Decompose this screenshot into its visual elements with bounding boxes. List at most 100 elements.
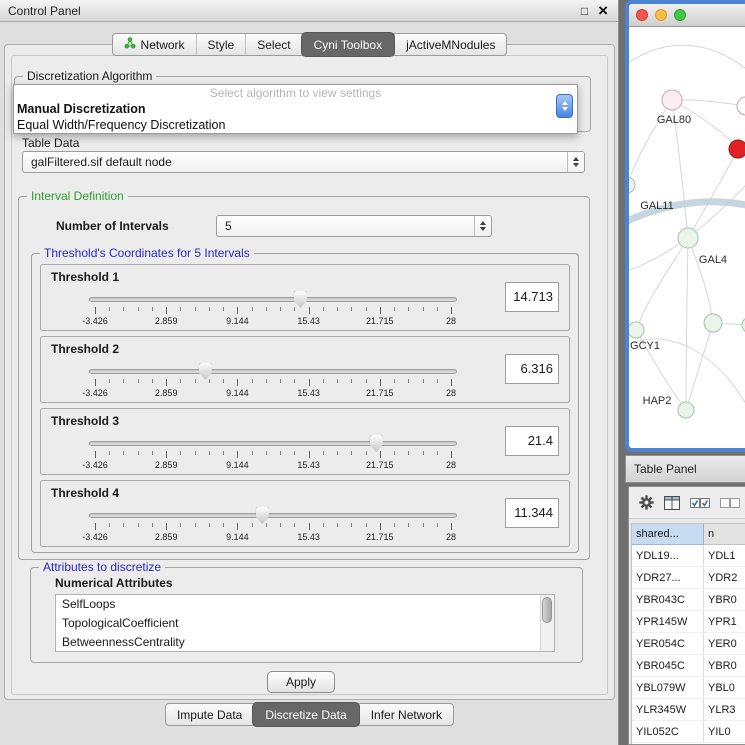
tab-label: jActiveMNodules <box>406 38 495 52</box>
screen: Control Panel □ × NetworkStyle Select Cyni… <box>0 0 745 745</box>
table-row[interactable]: YBL079WYBL0 <box>632 677 745 699</box>
list-scrollbar[interactable] <box>540 595 554 651</box>
threshold-slider[interactable]: -3.4262.8599.14415.4321.71528 <box>89 507 457 545</box>
tab-network[interactable]: Network <box>113 34 196 55</box>
float-window-icon[interactable]: □ <box>581 4 588 18</box>
threshold-value-field[interactable]: 11.344 <box>505 498 559 528</box>
gear-icon[interactable] <box>639 495 654 510</box>
network-node[interactable] <box>729 140 745 158</box>
algorithm-combo-button[interactable] <box>556 94 573 118</box>
select-none-icon[interactable] <box>720 496 740 510</box>
tab-discretize-data[interactable]: Discretize Data <box>252 702 359 727</box>
table-row[interactable]: YPR145WYPR1 <box>632 611 745 633</box>
table-row[interactable]: YDL19...YDL1 <box>632 545 745 567</box>
list-item[interactable]: TopologicalCoefficient <box>56 614 554 633</box>
list-item[interactable]: SelfLoops <box>56 595 554 614</box>
columns-icon[interactable] <box>664 496 680 510</box>
table-cell: YBR0 <box>704 589 745 610</box>
slider-handle[interactable] <box>294 291 307 308</box>
apply-button[interactable]: Apply <box>267 671 335 693</box>
table-cell: YIL052C <box>632 721 704 742</box>
slider-track <box>89 513 457 518</box>
slider-handle[interactable] <box>199 363 212 380</box>
tab-label: Select <box>257 38 290 52</box>
table-panel-titlebar: Table Panel <box>625 455 745 483</box>
network-nodes: GAL80GAL11GAL4GCY1HAP2 <box>629 90 745 418</box>
table-body: YDL19...YDL1YDR27...YDR2YBR043CYBR0YPR14… <box>632 545 745 743</box>
slider-track <box>89 297 457 302</box>
table-row[interactable]: YBR043CYBR0 <box>632 589 745 611</box>
table-row[interactable]: YLR345WYLR3 <box>632 699 745 721</box>
tab-select[interactable]: Select <box>245 34 301 55</box>
slider-handle[interactable] <box>256 507 269 524</box>
table-row[interactable]: YIL052CYIL0 <box>632 721 745 743</box>
tab-label: Infer Network <box>371 708 442 722</box>
popup-option[interactable]: Manual Discretization <box>14 101 577 117</box>
network-view-window: GAL80GAL11GAL4GCY1HAP2 <box>625 0 745 452</box>
network-window-titlebar[interactable] <box>629 4 745 27</box>
table-row[interactable]: YBR045CYBR0 <box>632 655 745 677</box>
network-svg: GAL80GAL11GAL4GCY1HAP2 <box>629 27 745 425</box>
network-node[interactable] <box>704 314 722 332</box>
table-cell: YIL0 <box>704 721 745 742</box>
threshold-slider[interactable]: -3.4262.8599.14415.4321.71528 <box>89 435 457 473</box>
top-tab-bar-row: NetworkStyle Select Cyni Toolbox jActiveMNo… <box>0 33 619 56</box>
table-row[interactable]: YDR27...YDR2 <box>632 567 745 589</box>
tab-infer-network[interactable]: Infer Network <box>359 704 453 725</box>
table-cell: YLR345W <box>632 699 704 720</box>
table-row[interactable]: YER054CYER0 <box>632 633 745 655</box>
slider-ticks <box>95 379 451 387</box>
attribute-list[interactable]: SelfLoopsTopologicalCoefficientBetweenne… <box>55 594 555 652</box>
top-tab-bar: NetworkStyle Select Cyni Toolbox jActiveMNo… <box>112 33 508 56</box>
minimize-window-button[interactable] <box>655 9 667 21</box>
tab-style[interactable]: Style <box>196 34 246 55</box>
threshold-box-2: Threshold 2-3.4262.8599.14415.4321.71528… <box>40 336 570 403</box>
table-cell: YBR045C <box>632 655 704 676</box>
tab-jactivemnodules[interactable]: jActiveMNodules <box>394 34 506 55</box>
threshold-value-field[interactable]: 14.713 <box>505 282 559 312</box>
numerical-attributes-label: Numerical Attributes <box>55 576 173 590</box>
close-icon[interactable]: × <box>598 1 608 21</box>
network-node[interactable] <box>737 97 745 115</box>
scrollbar-thumb[interactable] <box>542 597 552 623</box>
tab-impute-data[interactable]: Impute Data <box>166 704 253 725</box>
table-cell: YPR145W <box>632 611 704 632</box>
threshold-value-field[interactable]: 6.316 <box>505 354 559 384</box>
table-cell: YDL1 <box>704 545 745 566</box>
combo-stepper-icon <box>474 216 491 236</box>
close-window-button[interactable] <box>636 9 648 21</box>
threshold-value-field[interactable]: 21.4 <box>505 426 559 456</box>
slider-handle[interactable] <box>370 435 383 452</box>
network-node-label: HAP2 <box>643 395 672 407</box>
zoom-window-button[interactable] <box>674 9 686 21</box>
tab-cyni-toolbox[interactable]: Cyni Toolbox <box>301 32 395 57</box>
table-cell: YER054C <box>632 633 704 654</box>
popup-option[interactable]: Equal Width/Frequency Discretization <box>14 117 577 133</box>
network-node-label: GAL80 <box>657 114 691 126</box>
threshold-slider[interactable]: -3.4262.8599.14415.4321.71528 <box>89 363 457 401</box>
table-cell: YBL0 <box>704 677 745 698</box>
algorithm-group-title: Discretization Algorithm <box>23 69 156 83</box>
select-all-icon[interactable] <box>690 496 710 510</box>
network-node[interactable] <box>629 177 635 193</box>
combo-stepper-icon <box>567 152 584 172</box>
control-panel-titlebar: Control Panel □ × <box>0 0 618 22</box>
number-of-intervals-combo[interactable]: 5 <box>216 215 492 237</box>
control-panel: Control Panel □ × NetworkStyle Select Cyni… <box>0 0 619 745</box>
column-header[interactable]: n <box>704 524 745 545</box>
table-cell: YER0 <box>704 633 745 654</box>
network-node[interactable] <box>629 322 644 338</box>
table-data-combo[interactable]: galFiltered.sif default node <box>22 151 585 173</box>
threshold-slider[interactable]: -3.4262.8599.14415.4321.71528 <box>89 291 457 329</box>
network-canvas[interactable]: GAL80GAL11GAL4GCY1HAP2 <box>629 27 745 425</box>
table-cell: YPR1 <box>704 611 745 632</box>
list-item[interactable]: BetweennessCentrality <box>56 633 554 652</box>
network-node[interactable] <box>678 402 694 418</box>
thresholds-container: Threshold 1-3.4262.8599.14415.4321.71528… <box>40 264 570 547</box>
network-node-label: GAL4 <box>699 254 727 266</box>
network-node[interactable] <box>678 228 698 248</box>
column-header[interactable]: shared... <box>632 524 704 545</box>
network-node[interactable] <box>662 90 682 110</box>
number-of-intervals-label: Number of Intervals <box>56 219 169 233</box>
table-cell: YDL19... <box>632 545 704 566</box>
